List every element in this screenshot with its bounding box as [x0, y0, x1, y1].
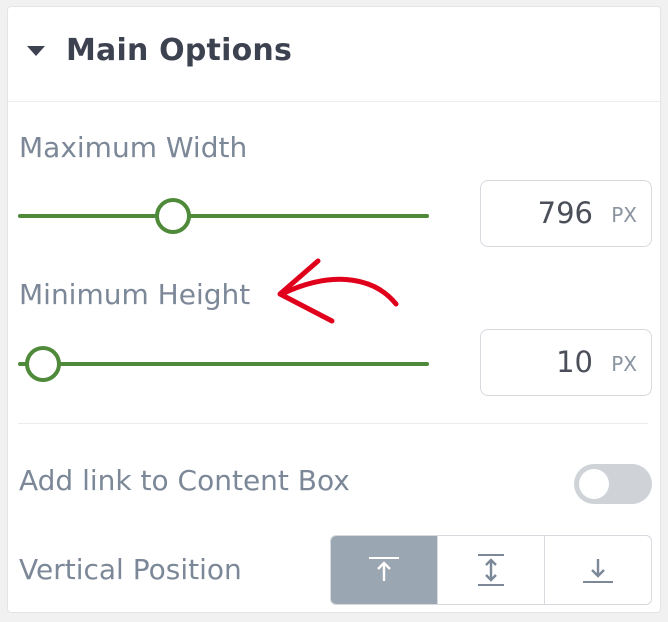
align-middle-icon	[478, 554, 504, 586]
max-width-value[interactable]: 796	[538, 196, 593, 230]
toggle-knob	[579, 469, 609, 499]
max-width-unit: PX	[611, 203, 637, 227]
caret-down-icon[interactable]	[27, 46, 45, 56]
section-title: Main Options	[66, 33, 293, 68]
section-header[interactable]: Main Options	[8, 7, 660, 102]
vertical-position-bottom-button[interactable]	[545, 536, 651, 604]
vertical-position-top-button[interactable]	[331, 536, 438, 604]
min-height-input[interactable]: 10 PX	[480, 329, 652, 396]
align-top-icon	[369, 557, 399, 581]
max-width-input[interactable]: 796 PX	[480, 180, 652, 247]
vertical-position-control	[330, 535, 652, 605]
max-width-slider-track[interactable]	[18, 214, 429, 218]
align-bottom-icon	[583, 559, 613, 583]
annotation-arrow-icon	[277, 258, 399, 324]
main-options-panel: Main Options Maximum Width 796 PX Minimu…	[7, 6, 661, 613]
min-height-unit: PX	[611, 352, 637, 376]
link-toggle-switch[interactable]	[574, 464, 652, 504]
min-height-value[interactable]: 10	[556, 345, 593, 379]
min-height-slider-track[interactable]	[18, 362, 429, 366]
section-divider	[18, 423, 648, 424]
min-height-slider-handle[interactable]	[25, 346, 61, 382]
vertical-position-label: Vertical Position	[19, 553, 242, 586]
min-height-label: Minimum Height	[19, 278, 251, 311]
vertical-position-middle-button[interactable]	[438, 536, 545, 604]
link-toggle-label: Add link to Content Box	[19, 464, 350, 497]
max-width-label: Maximum Width	[19, 131, 248, 164]
max-width-slider-handle[interactable]	[155, 198, 191, 234]
